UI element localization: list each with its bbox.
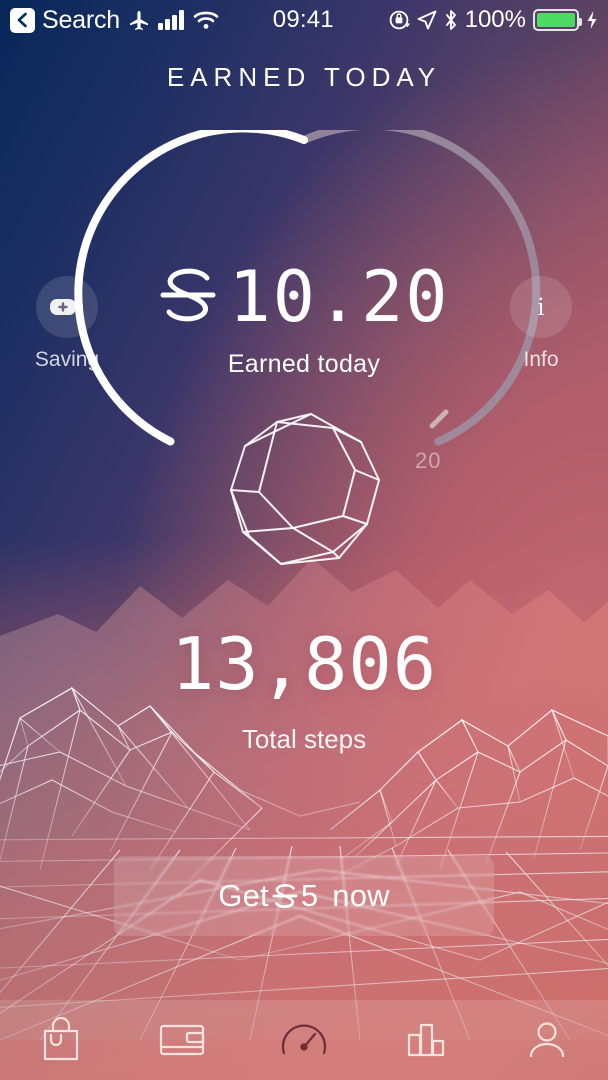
- saving-button-circle[interactable]: [36, 276, 98, 338]
- info-icon: i: [537, 292, 545, 321]
- wallet-icon: [160, 1024, 205, 1056]
- rotation-lock-icon: [388, 9, 410, 31]
- get-coins-button-label: Get 5 now: [218, 878, 390, 914]
- info-button-circle[interactable]: i: [510, 276, 572, 338]
- wifi-icon: [193, 10, 219, 30]
- saving-button[interactable]: Saving: [12, 276, 122, 372]
- status-bar-left: Search: [10, 6, 219, 35]
- cellular-signal-icon: [158, 10, 186, 30]
- airplane-mode-icon: [127, 8, 151, 32]
- cta-sweatcoin-symbol-icon: [272, 881, 298, 911]
- status-bar-center: 09:41: [219, 6, 388, 34]
- total-steps-block: 13,806 Total steps: [0, 628, 608, 755]
- info-button[interactable]: i Info: [486, 276, 596, 372]
- saving-button-label: Saving: [34, 348, 100, 371]
- tab-wallet[interactable]: [122, 1000, 244, 1080]
- status-time: 09:41: [272, 6, 334, 33]
- battery-plus-icon: [50, 299, 83, 315]
- total-steps-label: Total steps: [241, 724, 367, 754]
- total-steps-value: 13,806: [170, 622, 438, 706]
- location-arrow-icon: [417, 10, 437, 30]
- tab-stats[interactable]: [365, 1000, 487, 1080]
- charging-bolt-icon: [586, 10, 598, 30]
- bar-chart-icon: [407, 1023, 444, 1057]
- cta-prefix: Get: [218, 878, 269, 913]
- battery-icon: [533, 9, 582, 31]
- bluetooth-icon: [444, 9, 458, 31]
- status-bar: Search 09:41 100%: [0, 0, 608, 40]
- ring-max-label: 20: [415, 448, 442, 473]
- status-bar-right: 100%: [388, 6, 598, 34]
- app-screen: Search 09:41 100% EARNED TODAY 20 10.20 …: [0, 0, 608, 1080]
- get-coins-button[interactable]: Get 5 now: [114, 856, 494, 936]
- speedometer-icon: [281, 1024, 327, 1055]
- tab-marketplace[interactable]: [0, 1000, 122, 1080]
- cta-amount: 5: [300, 878, 319, 913]
- tab-profile[interactable]: [486, 1000, 608, 1080]
- bottom-tab-bar: [0, 1000, 608, 1080]
- cta-suffix: now: [332, 878, 390, 913]
- back-label[interactable]: Search: [42, 6, 120, 35]
- earned-amount-value: 10.20: [228, 256, 450, 338]
- person-icon: [530, 1022, 565, 1058]
- page-header: EARNED TODAY: [0, 62, 608, 93]
- back-chevron-icon[interactable]: [10, 7, 35, 33]
- page-title: EARNED TODAY: [166, 62, 442, 92]
- battery-percent: 100%: [464, 6, 526, 33]
- tab-dashboard[interactable]: [243, 1000, 365, 1080]
- sweatcoin-symbol-icon: [159, 264, 217, 331]
- info-button-label: Info: [523, 348, 559, 371]
- shopping-bag-icon: [43, 1017, 78, 1061]
